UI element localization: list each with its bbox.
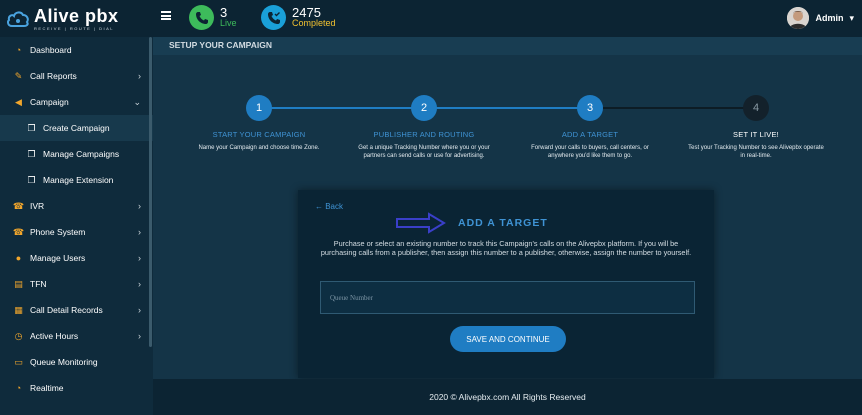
sidebar-item-label: TFN [30, 279, 47, 289]
step-title: START YOUR CAMPAIGN [212, 130, 306, 139]
tfn-icon: ▤ [14, 278, 23, 289]
monitor-icon: ▭ [14, 356, 23, 367]
step-number: 3 [577, 95, 603, 121]
step-title: SET IT LIVE! [733, 130, 779, 139]
footer-copyright: 2020 © Alivepbx.com All Rights Reserved [429, 392, 586, 402]
step-description: Forward your calls to buyers, call cente… [531, 145, 649, 160]
copy-icon: ❐ [27, 148, 36, 159]
card-title: ADD A TARGET [458, 217, 548, 229]
chevron-right-icon: › [138, 253, 141, 263]
sidebar-item-label: Campaign [30, 97, 69, 107]
sidebar-item-label: Realtime [30, 383, 64, 393]
sidebar-item-label: IVR [30, 201, 45, 211]
campaign-icon: ◀ [15, 96, 22, 107]
sidebar-item-label: Call Detail Records [30, 305, 103, 315]
chevron-down-icon: ⌄ [133, 96, 141, 107]
brand-tagline: RECEIVE | ROUTE | DIAL [34, 25, 114, 31]
sidebar-item-dashboard[interactable]: ◔ Dashboard [0, 37, 153, 63]
sidebar-item-create-campaign[interactable]: ❐ Create Campaign [0, 115, 153, 141]
sidebar-item-active-hours[interactable]: ◷ Active Hours › [0, 323, 153, 349]
realtime-icon: ◔ [15, 383, 22, 393]
chevron-right-icon: › [138, 71, 141, 81]
step-number: 1 [246, 95, 272, 121]
step-number: 2 [411, 95, 437, 121]
sidebar-item-label: Create Campaign [43, 123, 110, 133]
completed-label: Completed [292, 18, 336, 29]
step-title: PUBLISHER AND ROUTING [373, 130, 475, 139]
brand-logo[interactable]: Alive pbx RECEIVE | ROUTE | DIAL [0, 0, 155, 37]
queue-number-input[interactable] [320, 281, 695, 314]
sidebar-item-manage-extension[interactable]: ❐ Manage Extension [0, 167, 153, 193]
live-calls-stat[interactable]: 3 Live [189, 5, 237, 30]
brand-name: Alive pbx [34, 7, 119, 25]
back-link[interactable]: ← Back [315, 202, 343, 211]
chevron-right-icon: › [138, 227, 141, 237]
live-label: Live [220, 18, 237, 29]
step-description: Test your Tracking Number to see Alivepb… [688, 145, 824, 160]
card-description: Purchase or select an existing number to… [320, 239, 692, 258]
chevron-right-icon: › [138, 201, 141, 211]
page-header: SETUP YOUR CAMPAIGN [153, 37, 862, 55]
cloud-logo-icon [7, 11, 29, 27]
copy-icon: ❐ [27, 174, 36, 185]
sidebar-item-label: Queue Monitoring [30, 357, 98, 367]
sidebar-item-ivr[interactable]: ☎ IVR › [0, 193, 153, 219]
sidebar-item-manage-users[interactable]: ● Manage Users › [0, 245, 153, 271]
dashboard-icon: ◔ [15, 45, 22, 55]
user-name: Admin [815, 13, 844, 23]
user-menu[interactable]: Admin ▾ [787, 7, 854, 29]
avatar [787, 7, 810, 29]
sidebar: ◔ Dashboard ✎ Call Reports › ◀ Campaign … [0, 37, 153, 415]
sidebar-item-label: Manage Campaigns [43, 149, 120, 159]
sidebar-item-call-detail-records[interactable]: ▦ Call Detail Records › [0, 297, 153, 323]
step-description: Get a unique Tracking Number where you o… [358, 145, 490, 160]
chevron-right-icon: › [138, 331, 141, 341]
sidebar-item-realtime[interactable]: ◔ Realtime [0, 375, 153, 401]
phone-system-icon: ☎ [12, 226, 25, 237]
ivr-icon: ☎ [12, 200, 25, 211]
brand-name-part2: pbx [85, 5, 119, 26]
main-content: SETUP YOUR CAMPAIGN 1 START YOUR CAMPAIG… [153, 37, 862, 415]
users-icon: ● [15, 253, 22, 263]
add-target-card: ← Back ADD A TARGET Purchase or select a… [298, 190, 714, 378]
sidebar-item-label: Dashboard [30, 45, 72, 55]
call-reports-icon: ✎ [14, 70, 23, 81]
chevron-right-icon: › [138, 279, 141, 289]
copy-icon: ❐ [27, 122, 36, 133]
footer: 2020 © Alivepbx.com All Rights Reserved [153, 379, 862, 415]
sidebar-item-campaign[interactable]: ◀ Campaign ⌄ [0, 89, 153, 115]
completed-calls-stat[interactable]: 2475 Completed [261, 5, 336, 30]
step-description: Name your Campaign and choose time Zone. [198, 145, 320, 151]
records-icon: ▦ [14, 304, 23, 315]
step-3[interactable]: 3 ADD A TARGET Forward your calls to buy… [510, 95, 670, 160]
chevron-right-icon: › [138, 305, 141, 315]
phone-check-icon [261, 5, 286, 30]
step-1[interactable]: 1 START YOUR CAMPAIGN Name your Campaign… [179, 95, 339, 152]
phone-live-icon [189, 5, 214, 30]
sidebar-item-label: Active Hours [30, 331, 79, 341]
step-2[interactable]: 2 PUBLISHER AND ROUTING Get a unique Tra… [344, 95, 504, 160]
save-and-continue-button[interactable]: SAVE AND CONTINUE [450, 326, 566, 352]
sidebar-item-queue-monitoring[interactable]: ▭ Queue Monitoring [0, 349, 153, 375]
sidebar-item-phone-system[interactable]: ☎ Phone System › [0, 219, 153, 245]
step-4[interactable]: 4 SET IT LIVE! Test your Tracking Number… [676, 95, 836, 160]
chevron-down-icon: ▾ [849, 12, 854, 23]
sidebar-item-call-reports[interactable]: ✎ Call Reports › [0, 63, 153, 89]
menu-toggle-icon[interactable] [161, 11, 171, 20]
sidebar-item-label: Phone System [30, 227, 86, 237]
sidebar-item-manage-campaigns[interactable]: ❐ Manage Campaigns [0, 141, 153, 167]
step-number: 4 [743, 95, 769, 121]
sidebar-scrollbar[interactable] [149, 37, 152, 347]
top-bar: Alive pbx RECEIVE | ROUTE | DIAL 3 Live … [0, 0, 862, 37]
arrow-right-icon [396, 212, 446, 234]
sidebar-item-label: Manage Extension [43, 175, 114, 185]
step-title: ADD A TARGET [561, 130, 619, 139]
sidebar-item-label: Call Reports [30, 71, 77, 81]
brand-name-part1: Alive [34, 5, 80, 26]
sidebar-item-tfn[interactable]: ▤ TFN › [0, 271, 153, 297]
clock-icon: ◷ [14, 330, 23, 341]
page-title: SETUP YOUR CAMPAIGN [169, 40, 272, 50]
sidebar-item-label: Manage Users [30, 253, 86, 263]
